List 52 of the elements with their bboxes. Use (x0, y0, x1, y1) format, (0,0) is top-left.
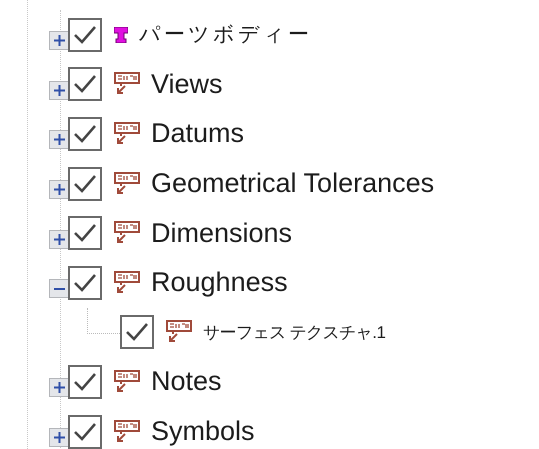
plus-icon (54, 432, 64, 444)
annotation-icon (114, 122, 140, 146)
checkbox[interactable] (68, 364, 102, 399)
annotation-icon (166, 320, 192, 344)
expand-toggle[interactable] (49, 31, 68, 50)
checkbox[interactable] (120, 315, 154, 350)
check-icon (72, 272, 98, 294)
checkbox[interactable] (68, 266, 102, 300)
check-icon (72, 222, 98, 244)
plus-icon (54, 84, 64, 96)
annotation-icon (114, 172, 140, 196)
tree-item-label[interactable]: Roughness (151, 269, 288, 296)
plus-icon (54, 134, 64, 146)
expand-toggle[interactable] (49, 428, 68, 448)
plus-icon (54, 382, 64, 394)
checkbox[interactable] (68, 166, 102, 201)
annotation-icon (114, 420, 140, 444)
minus-icon (54, 288, 64, 290)
expand-toggle[interactable] (49, 80, 68, 100)
check-icon (72, 122, 98, 145)
annotation-icon (114, 221, 140, 246)
tree-item-label[interactable]: パーツボディー (139, 24, 312, 46)
expand-toggle[interactable] (49, 180, 68, 200)
plus-icon (54, 234, 64, 245)
part-body-icon (114, 26, 128, 43)
check-icon (72, 24, 98, 46)
expand-toggle[interactable] (49, 378, 68, 398)
annotation-icon (114, 72, 140, 96)
collapse-toggle[interactable] (49, 279, 68, 298)
tree-item-label[interactable]: Symbols (151, 418, 255, 446)
check-icon (72, 172, 98, 195)
plus-icon (54, 35, 64, 46)
checkbox[interactable] (68, 414, 102, 449)
checkbox[interactable] (68, 116, 102, 151)
tree-item-label[interactable]: サーフェス テクスチャ.1 (203, 324, 386, 341)
expand-toggle[interactable] (49, 230, 68, 249)
tree-item-label[interactable]: Dimensions (151, 220, 292, 247)
checkbox[interactable] (68, 216, 102, 250)
tree-item-label[interactable]: Geometrical Tolerances (151, 170, 434, 198)
check-icon (72, 420, 98, 443)
check-icon (72, 370, 98, 393)
expand-toggle[interactable] (49, 130, 68, 150)
checkbox[interactable] (68, 18, 102, 52)
tree-item-label[interactable]: Views (151, 70, 223, 98)
plus-icon (54, 184, 64, 196)
check-icon (124, 321, 150, 344)
check-icon (72, 73, 98, 96)
checkbox[interactable] (68, 67, 102, 102)
tree-item-label[interactable]: Datums (151, 120, 244, 148)
annotation-icon (114, 270, 140, 295)
annotation-icon (114, 370, 140, 394)
tree-item-label[interactable]: Notes (151, 368, 222, 396)
